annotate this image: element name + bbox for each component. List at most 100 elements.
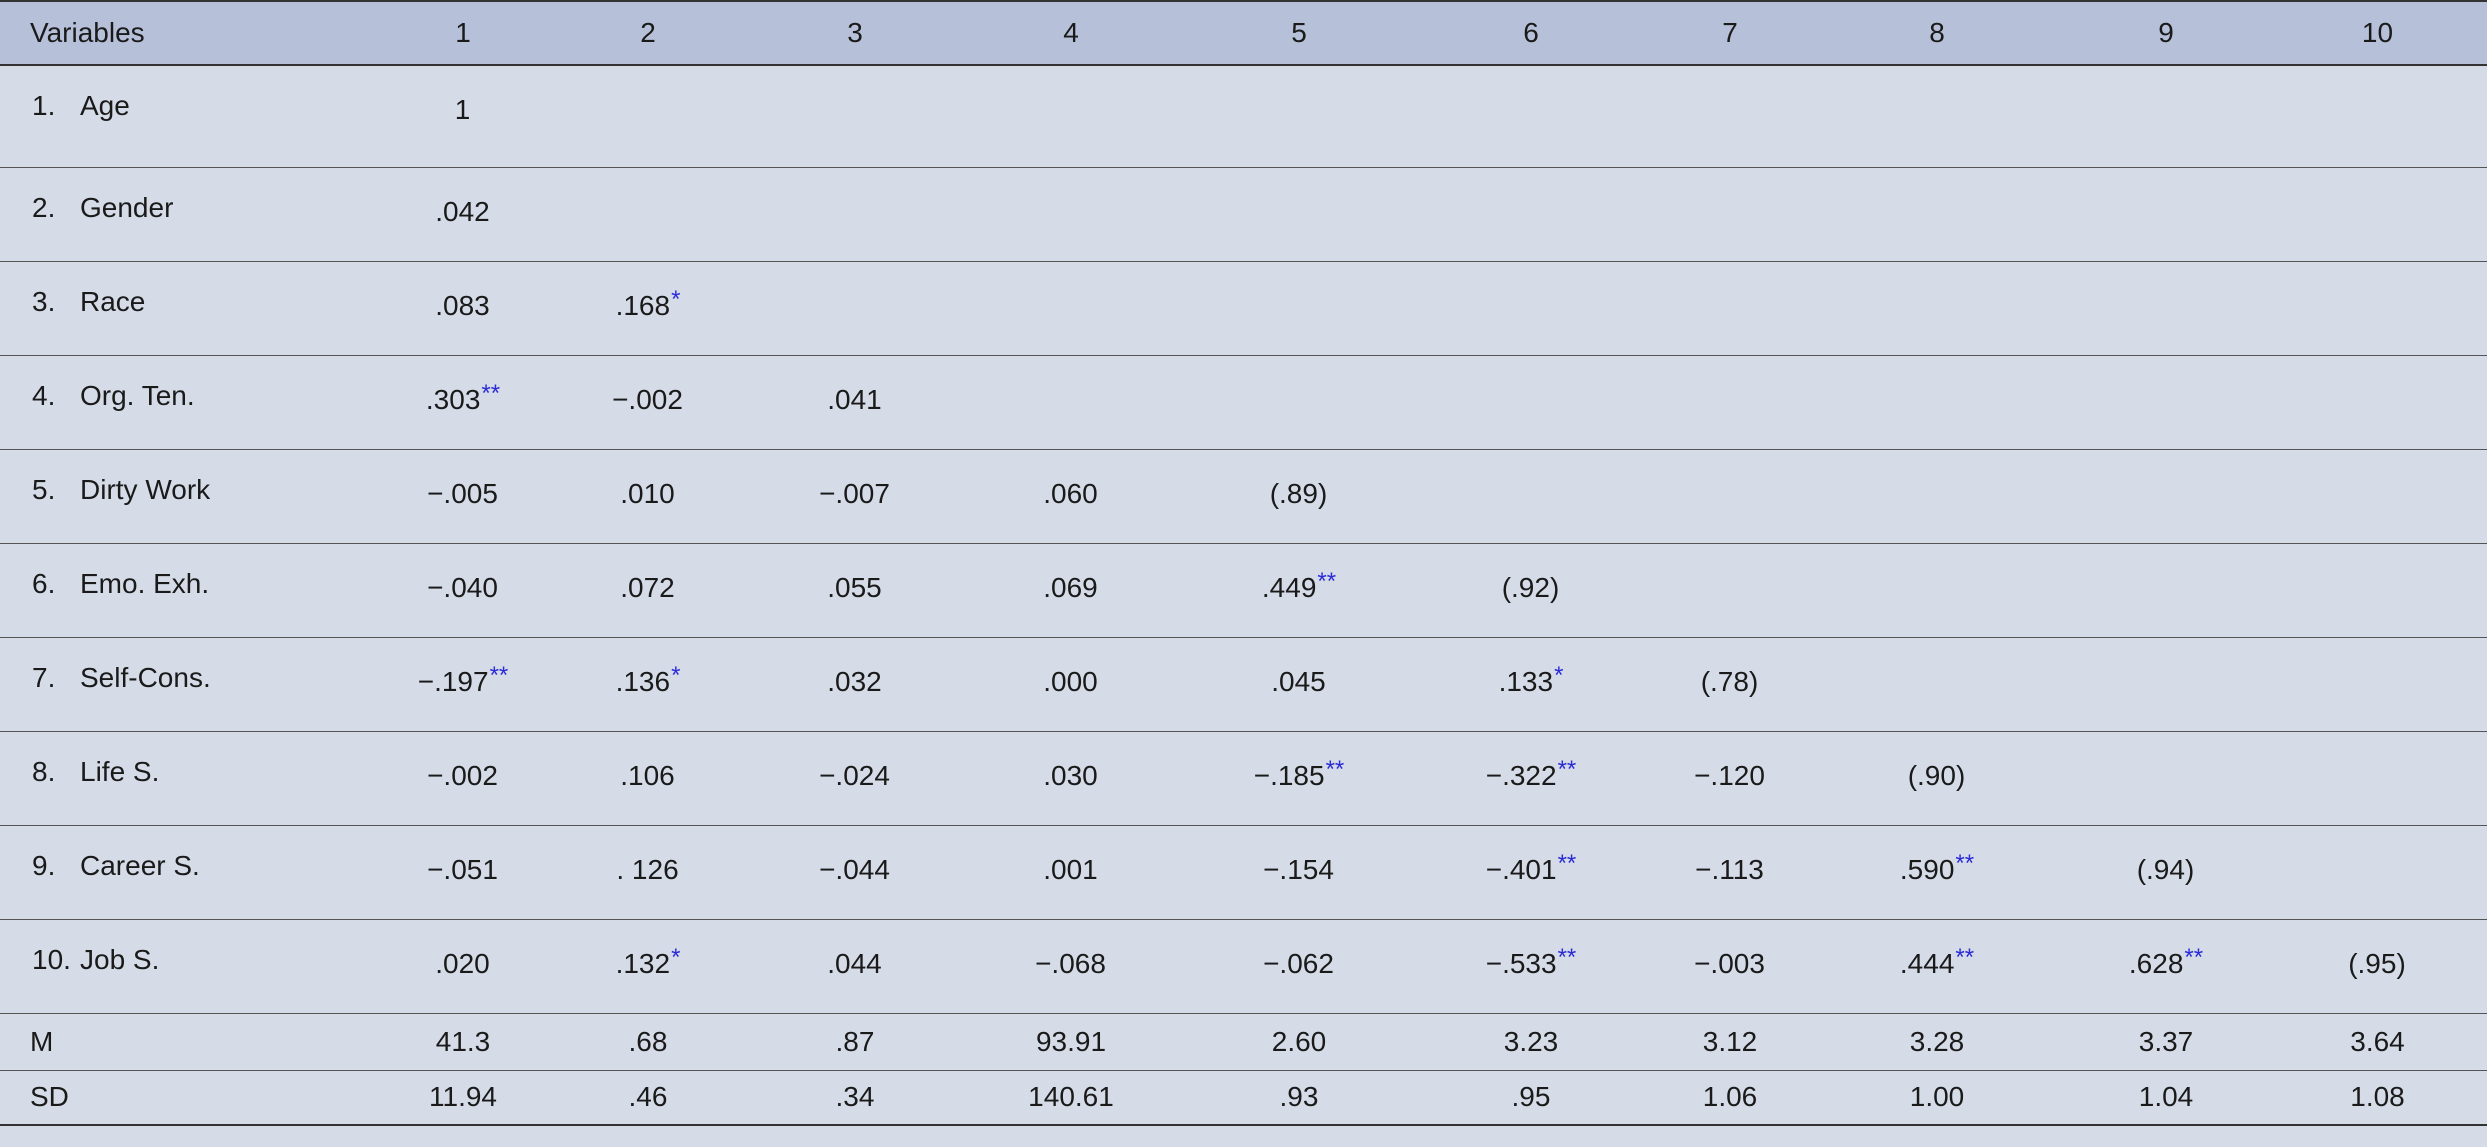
cell-value: .042 <box>435 195 490 227</box>
table-cell: .628** <box>2064 919 2268 1014</box>
cell-value: (.92) <box>1501 571 1560 603</box>
table-cell: .069 <box>956 543 1186 638</box>
table-cell <box>754 65 956 168</box>
variable-name: Gender <box>80 191 174 223</box>
variable-name: Dirty Work <box>80 473 211 505</box>
cell-value: .030 <box>1043 759 1098 791</box>
cell-value: .001 <box>1043 853 1098 885</box>
table-cell <box>754 261 956 356</box>
variable-name: Self-Cons. <box>80 661 211 693</box>
significance-marker: ** <box>1557 943 1577 971</box>
header-col-1: 1 <box>384 0 542 66</box>
summary-value: 1.00 <box>1810 1070 2064 1126</box>
summary-value: 93.91 <box>956 1013 1186 1071</box>
table-cell <box>2064 261 2268 356</box>
table-cell: −.533** <box>1412 919 1650 1014</box>
table-cell <box>542 65 754 168</box>
table-cell <box>1412 65 1650 168</box>
significance-marker: ** <box>1955 849 1975 877</box>
table-cell <box>2268 825 2487 920</box>
variable-number: 3. <box>32 285 56 317</box>
cell-value: .168 <box>615 289 671 321</box>
significance-marker: * <box>671 285 681 313</box>
table-header-row: Variables 1 2 3 4 5 6 7 8 9 10 <box>0 0 2487 66</box>
table-cell: .083 <box>384 261 542 356</box>
table-cell <box>542 167 754 262</box>
cell-value: −.024 <box>819 759 890 791</box>
table-cell: −.002 <box>542 355 754 450</box>
table-cell: .001 <box>956 825 1186 920</box>
table-cell <box>1650 355 1810 450</box>
table-cell: −.185** <box>1186 731 1412 826</box>
cell-value: −.197 <box>417 665 489 697</box>
cell-value: .060 <box>1043 477 1098 509</box>
summary-label: SD <box>0 1070 384 1126</box>
table-cell: .041 <box>754 355 956 450</box>
table-cell <box>2268 65 2487 168</box>
cell-value: .055 <box>827 571 882 603</box>
cell-value: −.533 <box>1485 947 1557 979</box>
cell-value: −.185 <box>1253 759 1325 791</box>
cell-value: .106 <box>620 759 675 791</box>
table-cell <box>2268 355 2487 450</box>
table-cell: .444** <box>1810 919 2064 1014</box>
variable-name: Emo. Exh. <box>80 567 210 599</box>
table-row: 7. Self-Cons. −.197** .136* .032.000.045.133… <box>0 637 2487 732</box>
table-cell <box>2268 449 2487 544</box>
table-row: 6. Emo. Exh. −.040 .072 .055 .069 .449** (.92) <box>0 543 2487 638</box>
variable-number: 2. <box>32 191 56 223</box>
cell-value: (.90) <box>1907 759 1966 791</box>
table-cell: −.002 <box>384 731 542 826</box>
summary-value: 41.3 <box>384 1013 542 1071</box>
significance-marker: ** <box>1557 849 1577 877</box>
variable-number: 5. <box>32 473 56 505</box>
variable-number: 1. <box>32 90 56 121</box>
table-cell <box>1650 167 1810 262</box>
table-cell <box>2268 167 2487 262</box>
table-cell <box>1412 167 1650 262</box>
summary-value: 1.06 <box>1650 1070 1810 1126</box>
table-cell: −.113 <box>1650 825 1810 920</box>
table-body: 1. Age 1 2. Gender .042 3. Race .083.168* 4. Org. … <box>0 65 2487 1126</box>
table-cell <box>2064 65 2268 168</box>
summary-value: .46 <box>542 1070 754 1126</box>
significance-marker: ** <box>1325 755 1345 783</box>
header-col-2: 2 <box>542 0 754 66</box>
summary-value: 3.12 <box>1650 1013 1810 1071</box>
significance-marker: ** <box>2184 943 2204 971</box>
table-cell <box>1412 449 1650 544</box>
table-cell <box>1412 355 1650 450</box>
table-cell <box>956 65 1186 168</box>
table-cell: −.068 <box>956 919 1186 1014</box>
table-cell: −.051 <box>384 825 542 920</box>
table-cell <box>1186 167 1412 262</box>
table-cell <box>2064 543 2268 638</box>
cell-value: .041 <box>827 383 882 415</box>
table-cell: .060 <box>956 449 1186 544</box>
cell-value: −.002 <box>612 383 683 415</box>
summary-value: .93 <box>1186 1070 1412 1126</box>
table-cell: .045 <box>1186 637 1412 732</box>
significance-marker: ** <box>481 379 501 407</box>
table-cell: −.040 <box>384 543 542 638</box>
table-cell <box>2064 637 2268 732</box>
summary-value: 3.23 <box>1412 1013 1650 1071</box>
table-cell: (.89) <box>1186 449 1412 544</box>
significance-marker: * <box>1554 661 1564 689</box>
variable-label-cell: 2. Gender <box>0 167 384 262</box>
table-cell: 1 <box>384 65 542 168</box>
table-cell <box>2268 637 2487 732</box>
table-row: 4. Org. Ten. .303** −.002 .041 <box>0 355 2487 450</box>
table-cell: (.92) <box>1412 543 1650 638</box>
table-row: 8. Life S. −.002.106 −.024.030 −.185** −.322*… <box>0 731 2487 826</box>
table-cell: −.044 <box>754 825 956 920</box>
table-cell: (.90) <box>1810 731 2064 826</box>
table-cell <box>1810 637 2064 732</box>
table-cell <box>1186 355 1412 450</box>
table-cell <box>1186 65 1412 168</box>
table-row: 2. Gender .042 <box>0 167 2487 262</box>
variable-label-cell: 6. Emo. Exh. <box>0 543 384 638</box>
table-cell: .032 <box>754 637 956 732</box>
table-cell <box>1810 261 2064 356</box>
table-cell: −.062 <box>1186 919 1412 1014</box>
